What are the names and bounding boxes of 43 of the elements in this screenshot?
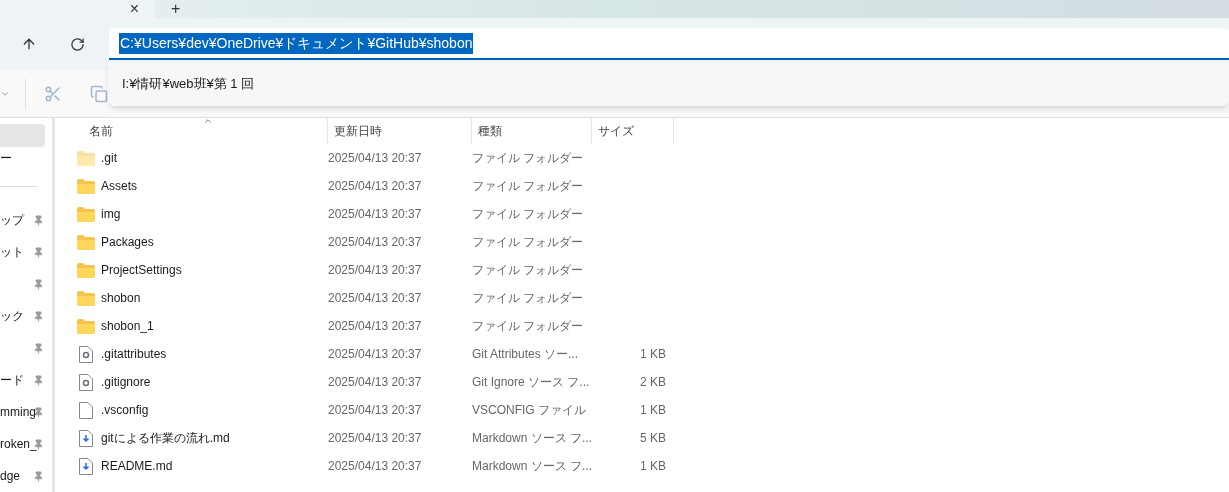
file-row[interactable]: shobon_1 2025/04/13 20:37 ファイル フォルダー [55,312,1229,340]
cut-icon[interactable] [44,84,62,103]
folder-icon [77,318,95,334]
sidebar-item[interactable]: ップ [0,204,44,236]
file-row[interactable]: .gitignore 2025/04/13 20:37 Git Ignore ソース フ... 2 KB [55,368,1229,396]
file-row[interactable]: .vsconfig 2025/04/13 20:37 VSCONFIG ファイル 1 KB [55,396,1229,424]
file-row[interactable]: README.md 2025/04/13 20:37 Markdown ソース フ... 1 KB [55,452,1229,480]
address-field[interactable]: C:¥Users¥dev¥OneDrive¥ドキュメント¥GitHub¥shobon [109,28,1229,60]
arrow-document-icon [79,429,93,447]
file-row[interactable]: Packages 2025/04/13 20:37 ファイル フォルダー [55,228,1229,256]
file-row[interactable]: gitによる作業の流れ.md 2025/04/13 20:37 Markdown ソース フ... 5 KB [55,424,1229,452]
column-header[interactable]: 更新日時 [334,122,382,140]
file-row[interactable]: img 2025/04/13 20:37 ファイル フォルダー [55,200,1229,228]
file-row[interactable]: shobon 2025/04/13 20:37 ファイル フォルダー [55,284,1229,312]
folder-icon [77,234,95,250]
refresh-icon[interactable] [70,36,85,52]
arrow-document-icon [79,457,93,475]
copy-icon[interactable] [90,84,108,103]
sidebar-item[interactable]: mming [0,396,44,428]
folder-icon [77,290,95,306]
sidebar-item[interactable]: roken_ [0,428,44,460]
file-row[interactable]: ProjectSettings 2025/04/13 20:37 ファイル フォルダー [55,256,1229,284]
sidebar-item[interactable]: dge [0,460,44,492]
file-row[interactable]: Assets 2025/04/13 20:37 ファイル フォルダー [55,172,1229,200]
new-tab-button[interactable]: + [171,1,181,17]
column-header[interactable]: 種類 [478,122,502,140]
folder-icon [77,262,95,278]
sidebar-item[interactable]: ード [0,364,44,396]
gear-document-icon [79,373,93,391]
sidebar-item[interactable]: ット [0,236,44,268]
sidebar-item[interactable]: ック [0,300,44,332]
sidebar-item[interactable]: ー [0,146,45,170]
file-row[interactable]: .gitattributes 2025/04/13 20:37 Git Attributes ソー... 1 KB [55,340,1229,368]
folder-icon [77,206,95,222]
sort-chevron-icon[interactable] [203,116,213,126]
document-icon [79,401,93,419]
folder-icon [77,178,95,194]
file-row[interactable]: .git 2025/04/13 20:37 ファイル フォルダー [55,144,1229,172]
column-header[interactable]: 名前 [89,122,113,140]
column-header[interactable]: サイズ [598,122,634,140]
address-text: C:¥Users¥dev¥OneDrive¥ドキュメント¥GitHub¥shobon [119,32,474,54]
tab-close-button[interactable]: × [129,1,139,17]
gear-document-icon [79,345,93,363]
